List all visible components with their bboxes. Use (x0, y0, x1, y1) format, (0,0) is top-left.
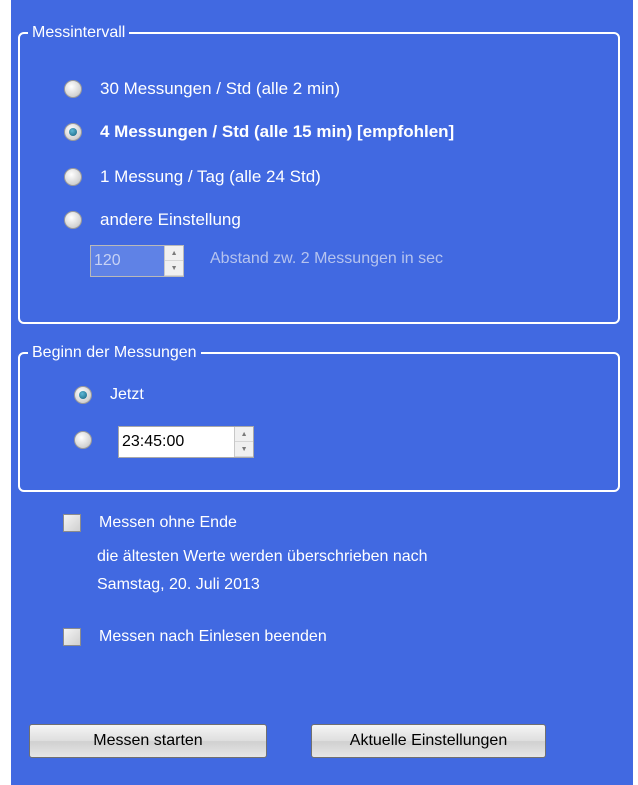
start-time-picker[interactable]: 23:45:00 ▲ ▼ (118, 426, 254, 458)
radio-button[interactable] (64, 211, 82, 229)
stepper-buttons[interactable]: ▲ ▼ (234, 427, 253, 457)
start-group: Beginn der Messungen Jetzt 23:45:00 ▲ ▼ (18, 343, 620, 492)
custom-interval-value[interactable]: 120 (91, 246, 164, 276)
interval-option-custom[interactable]: andere Einstellung (64, 210, 241, 230)
start-measuring-button[interactable]: Messen starten (29, 724, 267, 758)
stepper-down-icon[interactable]: ▼ (235, 442, 253, 457)
stop-after-read-checkbox[interactable] (63, 628, 81, 646)
interval-option-label: 4 Messungen / Std (alle 15 min) [empfohl… (100, 122, 455, 141)
interval-option-label: 30 Messungen / Std (alle 2 min) (100, 79, 341, 98)
interval-option-4-per-hour[interactable]: 4 Messungen / Std (alle 15 min) [empfohl… (64, 122, 454, 142)
radio-button[interactable] (64, 168, 82, 186)
current-settings-button[interactable]: Aktuelle Einstellungen (311, 724, 546, 758)
interval-option-30-per-hour[interactable]: 30 Messungen / Std (alle 2 min) (64, 79, 340, 99)
radio-button[interactable] (64, 80, 82, 98)
stepper-up-icon[interactable]: ▲ (165, 246, 183, 261)
stepper-buttons[interactable]: ▲ ▼ (164, 246, 183, 276)
custom-interval-hint: Abstand zw. 2 Messungen in sec (210, 250, 444, 267)
start-now-option[interactable]: Jetzt (74, 386, 144, 404)
radio-button-selected[interactable] (74, 386, 92, 404)
radio-button-selected[interactable] (64, 123, 82, 141)
stepper-down-icon[interactable]: ▼ (165, 261, 183, 276)
stepper-up-icon[interactable]: ▲ (235, 427, 253, 442)
start-now-label: Jetzt (110, 386, 144, 403)
interval-group-title: Messintervall (28, 23, 130, 43)
endless-option[interactable]: Messen ohne Ende (63, 514, 237, 532)
start-group-title: Beginn der Messungen (28, 343, 201, 363)
overwrite-info-line1: die ältesten Werte werden überschrieben … (97, 548, 428, 565)
interval-group: Messintervall 30 Messungen / Std (alle 2… (18, 23, 620, 324)
radio-button[interactable] (74, 431, 92, 449)
settings-panel: Messintervall 30 Messungen / Std (alle 2… (11, 0, 633, 785)
interval-option-label: 1 Messung / Tag (alle 24 Std) (100, 167, 321, 186)
endless-label: Messen ohne Ende (99, 514, 237, 531)
custom-interval-stepper[interactable]: 120 ▲ ▼ (90, 245, 184, 277)
interval-option-1-per-day[interactable]: 1 Messung / Tag (alle 24 Std) (64, 167, 321, 187)
start-time-value[interactable]: 23:45:00 (119, 427, 234, 457)
stop-after-read-label: Messen nach Einlesen beenden (99, 628, 327, 645)
endless-checkbox[interactable] (63, 514, 81, 532)
interval-option-label: andere Einstellung (100, 210, 241, 229)
overwrite-info-line2: Samstag, 20. Juli 2013 (97, 576, 260, 593)
stop-after-read-option[interactable]: Messen nach Einlesen beenden (63, 628, 327, 646)
start-time-option[interactable] (74, 431, 92, 449)
